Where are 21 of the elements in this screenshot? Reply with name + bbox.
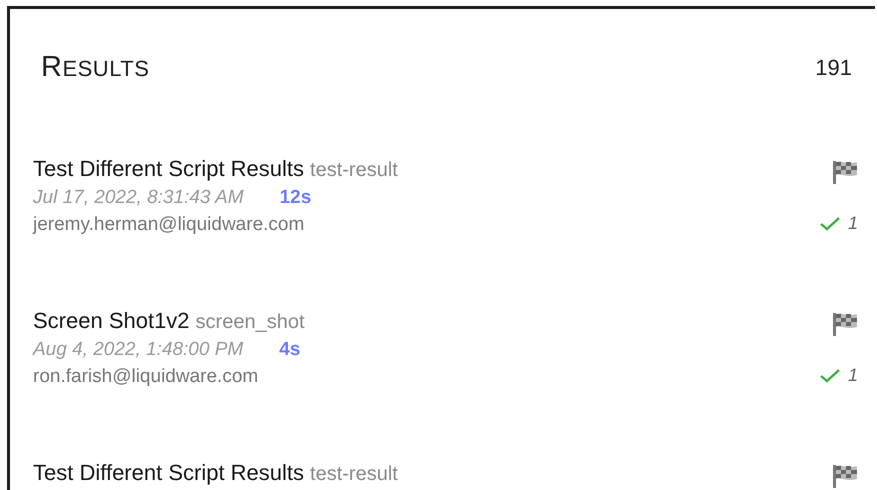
result-duration: 4s	[279, 339, 300, 361]
checkered-flag-icon	[832, 160, 858, 184]
passed-count: 1	[848, 213, 858, 234]
result-date: Aug 4, 2022, 1:48:00 PM	[33, 339, 244, 361]
result-name[interactable]: Screen Shot1v2	[33, 308, 190, 334]
result-type: test-result	[310, 463, 398, 486]
result-type: test-result	[310, 159, 398, 182]
result-count: 191	[815, 54, 852, 80]
result-type: screen_shot	[196, 311, 305, 334]
result-user: ron.farish@liquidware.com	[33, 366, 258, 388]
checkered-flag-icon	[832, 312, 858, 336]
passed-count: 1	[848, 365, 858, 386]
panel-title: RESULTS	[41, 51, 150, 84]
result-name[interactable]: Test Different Script Results	[33, 156, 304, 182]
result-duration: 12s	[280, 187, 312, 209]
result-date: Jul 17, 2022, 8:31:43 AM	[33, 187, 244, 209]
result-name[interactable]: Test Different Script Results	[33, 460, 304, 486]
checkered-flag-icon	[832, 464, 858, 488]
checkmark-icon	[820, 368, 840, 383]
checkmark-icon	[820, 216, 840, 231]
result-user: jeremy.herman@liquidware.com	[33, 214, 304, 236]
